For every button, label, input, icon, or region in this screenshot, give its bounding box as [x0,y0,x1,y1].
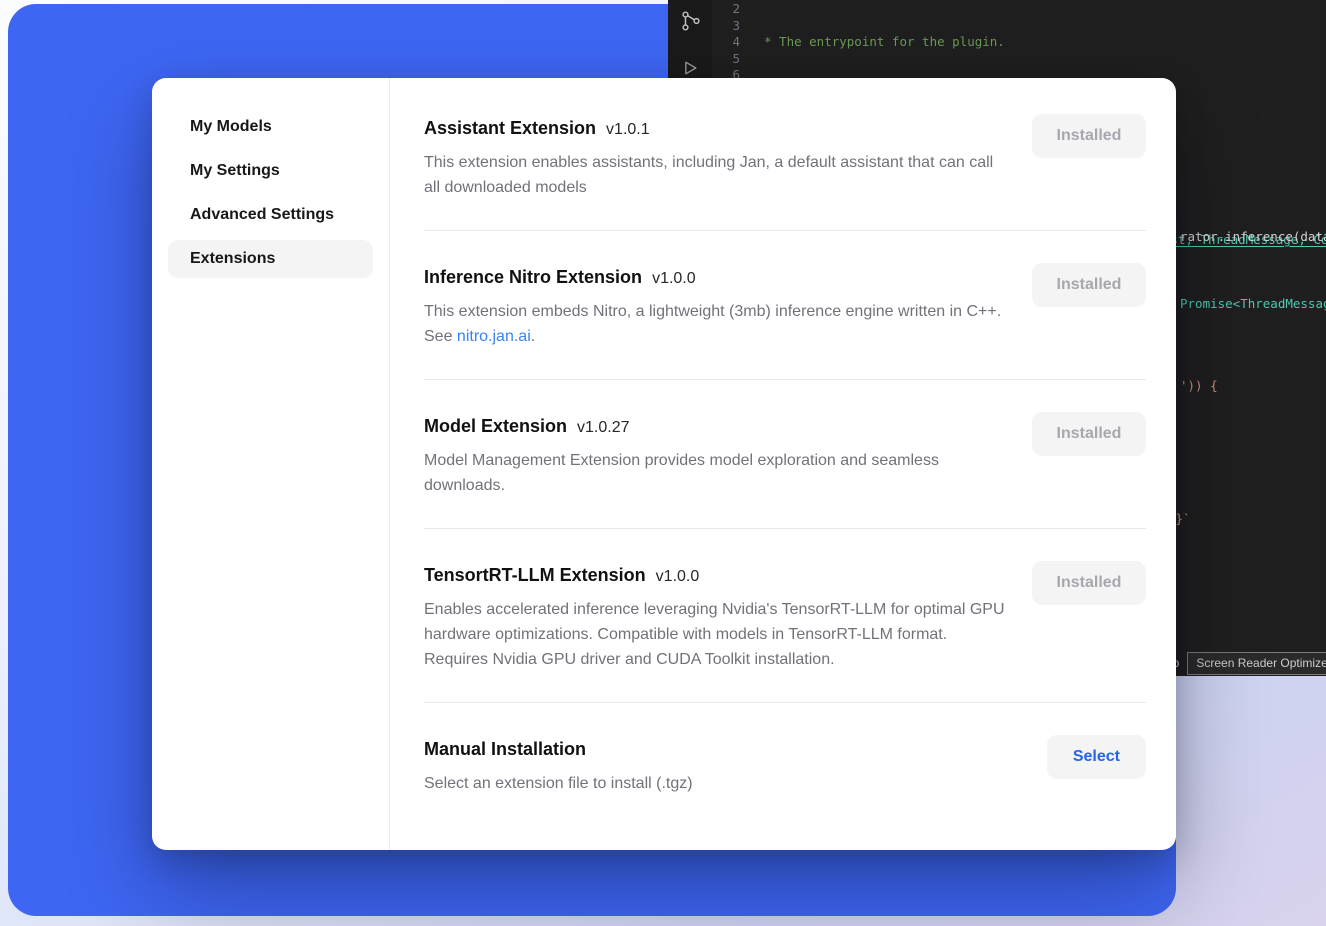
sidebar-item-extensions[interactable]: Extensions [168,240,373,278]
extension-description: Model Management Extension provides mode… [424,448,1008,498]
installed-button[interactable]: Installed [1032,412,1146,456]
screen-reader-chip[interactable]: Screen Reader Optimize [1187,652,1326,675]
line-numbers: 2 3 4 5 6 [712,1,740,84]
extension-row-assistant: Assistant Extension v1.0.1 This extensio… [424,78,1146,231]
extensions-panel: Assistant Extension v1.0.1 This extensio… [390,78,1176,850]
extension-version: v1.0.0 [652,270,696,288]
extension-title: Inference Nitro Extension [424,263,642,291]
sidebar-item-my-settings[interactable]: My Settings [168,152,373,190]
extension-version: v1.0.0 [656,568,700,586]
extension-version: v1.0.27 [577,419,629,437]
installed-button[interactable]: Installed [1032,263,1146,307]
code-fragment-brace: ')) { [1180,378,1218,395]
installed-button[interactable]: Installed [1032,561,1146,605]
extension-title: TensortRT-LLM Extension [424,561,646,589]
extension-version: v1.0.1 [606,121,650,139]
extension-row-nitro: Inference Nitro Extension v1.0.0 This ex… [424,231,1146,380]
extension-title: Assistant Extension [424,114,596,142]
manual-installation-title: Manual Installation [424,735,586,763]
page-background: 2 3 4 5 6 * The entrypoint for the plugi… [0,0,1326,926]
extension-row-model: Model Extension v1.0.27 Model Management… [424,380,1146,529]
nitro-link[interactable]: nitro.jan.ai [457,328,531,345]
settings-modal: My Models My Settings Advanced Settings … [152,78,1176,850]
code-fragment-inference: rator.inference(data)); [1180,229,1326,246]
manual-installation-description: Select an extension file to install (.tg… [424,771,693,796]
git-graph-icon[interactable] [680,10,702,37]
extension-title: Model Extension [424,412,567,440]
editor-status-row: go Screen Reader Optimize [1166,652,1326,675]
settings-sidebar: My Models My Settings Advanced Settings … [152,78,390,850]
extension-description: This extension enables assistants, inclu… [424,150,1008,200]
code-fragment-promise: Promise<ThreadMessage>= [1180,296,1326,313]
select-file-button[interactable]: Select [1047,735,1146,779]
installed-button[interactable]: Installed [1032,114,1146,158]
code-line-comment: * The entrypoint for the plugin. [764,34,1326,51]
extension-row-tensorrt: TensortRT-LLM Extension v1.0.0 Enables a… [424,529,1146,703]
manual-installation-row: Manual Installation Select an extension … [424,703,1146,826]
sidebar-item-advanced-settings[interactable]: Advanced Settings [168,196,373,234]
sidebar-item-my-models[interactable]: My Models [168,108,373,146]
extension-description: Enables accelerated inference leveraging… [424,597,1008,672]
extension-description: This extension embeds Nitro, a lightweig… [424,299,1008,349]
